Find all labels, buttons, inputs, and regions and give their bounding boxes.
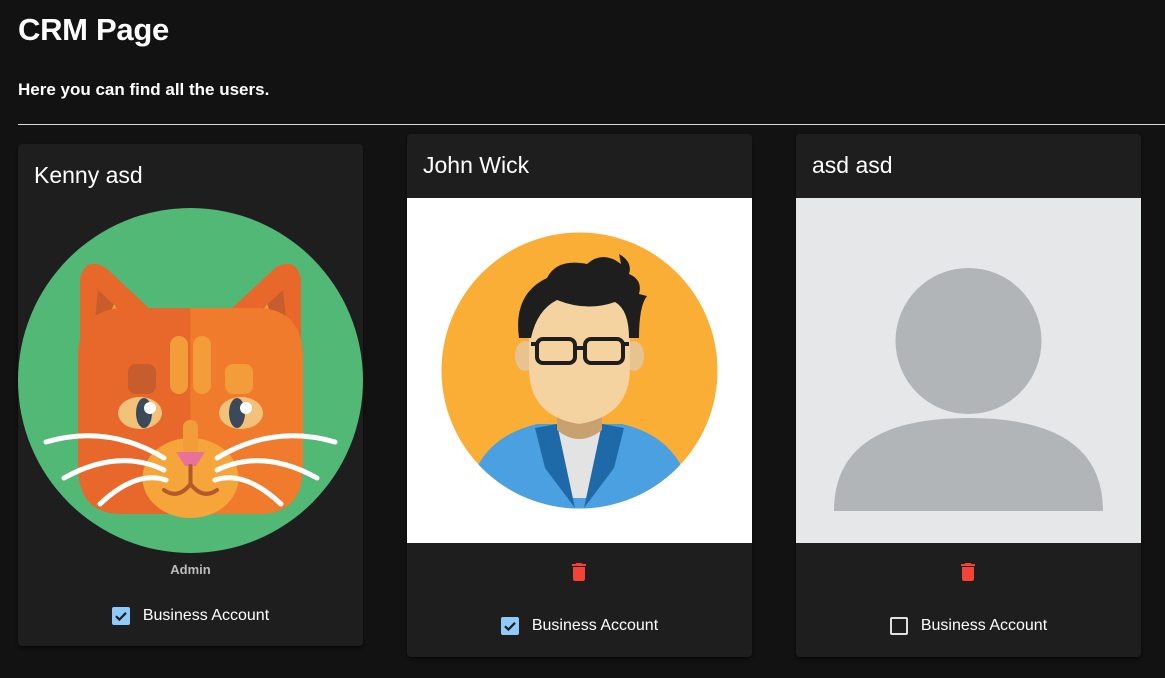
placeholder-avatar-icon [796, 198, 1141, 543]
business-account-checkbox[interactable]: Business Account [796, 617, 1141, 635]
cat-avatar-icon [18, 208, 363, 553]
business-account-checkbox[interactable]: Business Account [407, 617, 752, 635]
delete-user-button[interactable] [567, 560, 591, 584]
checkbox-unchecked-icon[interactable] [889, 617, 908, 635]
business-account-label: Business Account [920, 617, 1048, 634]
user-avatar [18, 208, 363, 553]
trash-icon[interactable] [567, 560, 591, 584]
user-avatar [407, 198, 752, 543]
delete-user-button[interactable] [956, 560, 980, 584]
user-role-label: Admin [170, 562, 211, 577]
man-avatar-icon [441, 232, 718, 509]
trash-icon[interactable] [956, 560, 980, 584]
business-account-label: Business Account [142, 607, 270, 624]
user-card: asd asd Business Account [796, 134, 1141, 657]
user-name: Kenny asd [34, 162, 143, 188]
checkbox-checked-icon[interactable] [111, 607, 130, 625]
business-account-label: Business Account [531, 617, 659, 634]
user-card: Kenny asd Admin Business Account [18, 144, 363, 646]
user-name: John Wick [423, 152, 530, 178]
checkbox-checked-icon[interactable] [500, 617, 519, 635]
page-title: CRM Page [18, 12, 169, 47]
page-subtitle: Here you can find all the users. [18, 80, 270, 99]
user-avatar [796, 198, 1141, 543]
user-name: asd asd [812, 152, 893, 178]
business-account-checkbox[interactable]: Business Account [18, 607, 363, 625]
user-card: John Wick Business Account [407, 134, 752, 657]
header-divider [18, 124, 1165, 125]
